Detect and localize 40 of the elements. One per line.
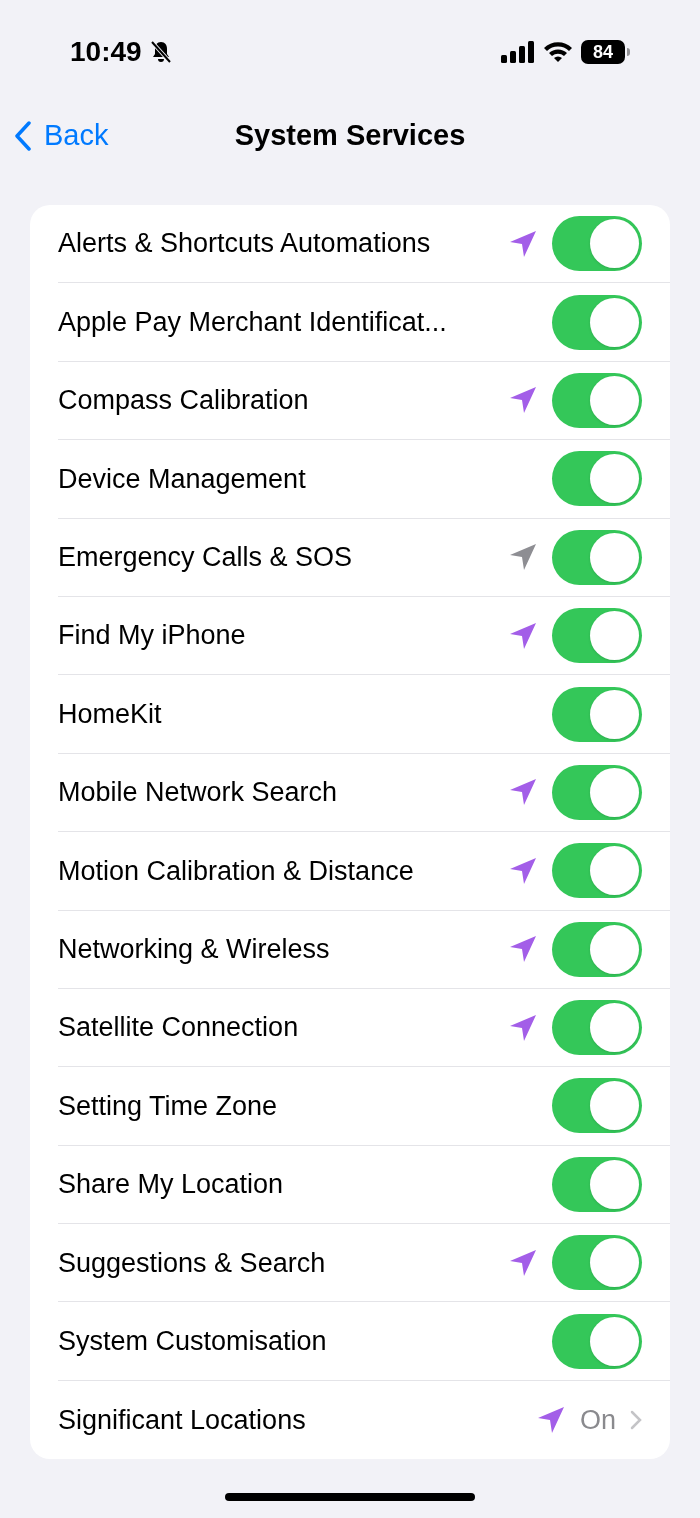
- row-label: Significant Locations: [58, 1403, 307, 1437]
- row-label: Suggestions & Search: [58, 1246, 327, 1280]
- toggle-switch[interactable]: [552, 372, 642, 428]
- row-label: Motion Calibration & Distance: [58, 854, 415, 888]
- toggle-switch[interactable]: [552, 1078, 642, 1134]
- toggle-switch[interactable]: [552, 451, 642, 507]
- chevron-left-icon: [14, 121, 32, 151]
- wifi-icon: [543, 41, 573, 63]
- toggle-switch[interactable]: [552, 1235, 642, 1291]
- toggle-switch[interactable]: [552, 216, 642, 272]
- row-label: Mobile Network Search: [58, 776, 339, 810]
- row-label: Emergency Calls & SOS: [58, 541, 354, 574]
- toggle-switch[interactable]: [552, 1000, 642, 1056]
- toggle-switch[interactable]: [552, 843, 642, 899]
- row-label: System Customisation: [58, 1324, 328, 1358]
- toggle-switch[interactable]: [552, 294, 642, 350]
- signal-icon: [501, 41, 535, 63]
- page-title: System Services: [234, 118, 466, 154]
- status-time: 10:49: [70, 35, 142, 69]
- row-label: Apple Pay Merchant Identificat...: [58, 305, 448, 339]
- row-label: HomeKit: [58, 697, 163, 731]
- toggle-switch[interactable]: [552, 608, 642, 664]
- toggle-switch[interactable]: [552, 764, 642, 820]
- toggle-switch[interactable]: [552, 921, 642, 977]
- row-label: Networking & Wireless: [58, 932, 331, 966]
- bell-slash-icon: [149, 40, 172, 64]
- row-label: Setting Time Zone: [58, 1089, 279, 1123]
- row-value: On: [579, 1403, 616, 1437]
- row-label: Compass Calibration: [58, 384, 310, 418]
- row-label: Share My Location: [58, 1168, 285, 1202]
- back-button[interactable]: Back: [14, 114, 109, 158]
- toggle-switch[interactable]: [552, 529, 642, 585]
- row-label: Device Management: [58, 462, 307, 496]
- toggle-switch[interactable]: [552, 1156, 642, 1212]
- row-label: Find My iPhone: [58, 619, 247, 653]
- toggle-switch[interactable]: [552, 1313, 642, 1369]
- toggle-switch[interactable]: [552, 686, 642, 742]
- row-label: Satellite Connection: [58, 1011, 300, 1045]
- row-label: Alerts & Shortcuts Automations: [58, 227, 432, 261]
- chevron-right-icon[interactable]: [630, 1410, 642, 1431]
